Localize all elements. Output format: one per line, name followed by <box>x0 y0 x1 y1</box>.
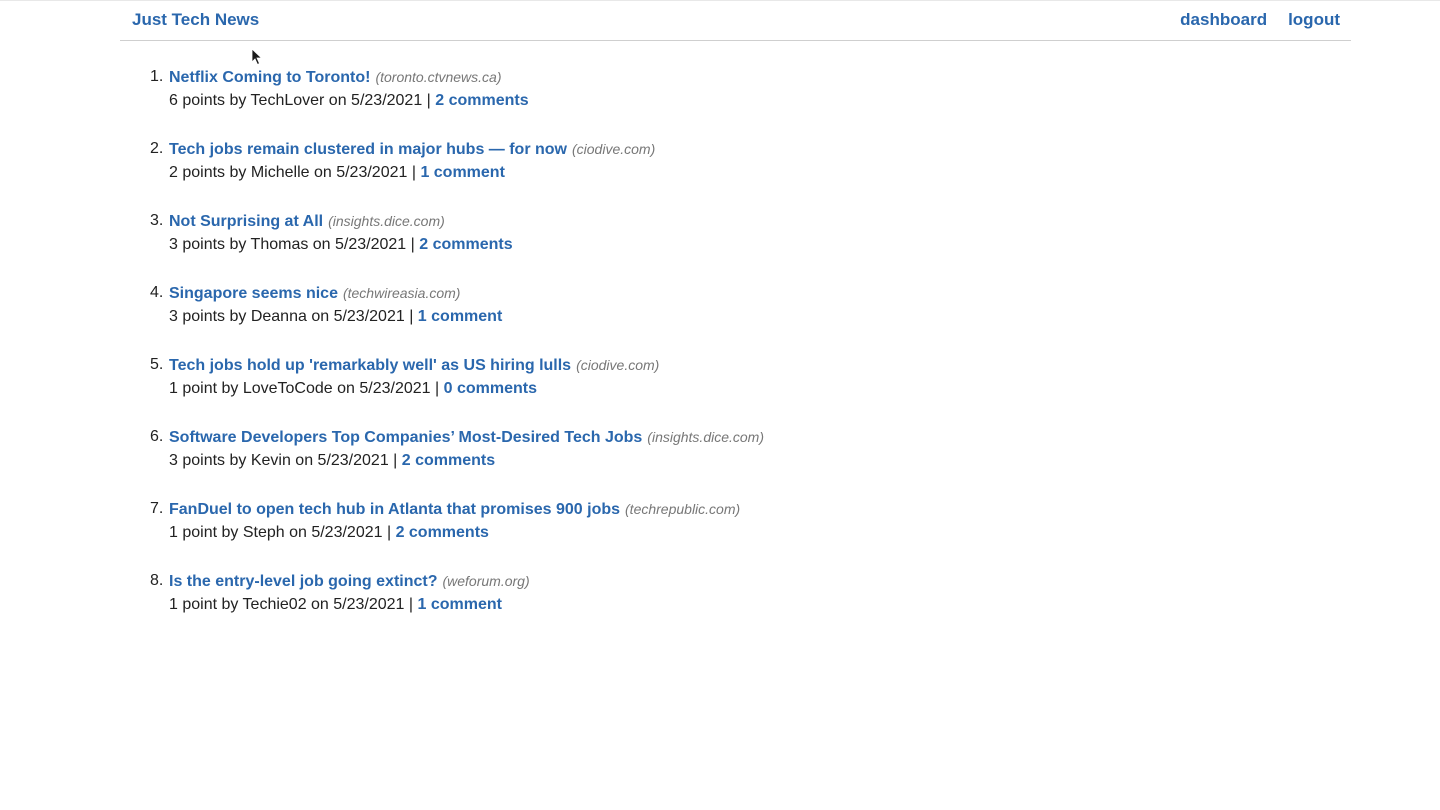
post-title-link[interactable]: Tech jobs remain clustered in major hubs… <box>169 141 567 158</box>
post-title-line: Singapore seems nice (techwireasia.com) <box>169 283 764 307</box>
post-number: 2. <box>150 140 164 157</box>
post-item: 4. Singapore seems nice (techwireasia.com… <box>150 283 764 355</box>
post-title-line: Not Surprising at All (insights.dice.com) <box>169 211 764 235</box>
post-meta: 3 points by Kevin on 5/23/2021 | <box>169 452 402 469</box>
nav-logout-link[interactable]: logout <box>1288 10 1340 30</box>
post-item: 3. Not Surprising at All (insights.dice.c… <box>150 211 764 283</box>
post-meta-line: 3 points by Kevin on 5/23/2021 | 2 comme… <box>169 451 764 471</box>
post-meta: 1 point by Techie02 on 5/23/2021 | <box>169 596 418 613</box>
post-title-link[interactable]: Not Surprising at All <box>169 213 323 230</box>
post-title-link[interactable]: Tech jobs hold up 'remarkably well' as U… <box>169 357 571 374</box>
mouse-pointer-icon <box>251 48 263 66</box>
post-meta-line: 3 points by Deanna on 5/23/2021 | 1 comm… <box>169 307 764 327</box>
post-title-link[interactable]: Netflix Coming to Toronto! <box>169 69 370 86</box>
post-source: (insights.dice.com) <box>328 213 445 229</box>
post-title-line: Software Developers Top Companies’ Most-… <box>169 427 764 451</box>
post-title-link[interactable]: Software Developers Top Companies’ Most-… <box>169 429 642 446</box>
post-item: 7. FanDuel to open tech hub in Atlanta t… <box>150 499 764 571</box>
post-number: 4. <box>150 284 164 301</box>
page: Just Tech News dashboard logout 1. Netfl… <box>0 0 1440 810</box>
post-title-line: FanDuel to open tech hub in Atlanta that… <box>169 499 764 523</box>
post-number: 3. <box>150 212 164 229</box>
post-source: (toronto.ctvnews.ca) <box>375 69 502 85</box>
post-item: 2. Tech jobs remain clustered in major h… <box>150 139 764 211</box>
comments-link[interactable]: 0 comments <box>444 380 537 397</box>
comments-link[interactable]: 2 comments <box>402 452 495 469</box>
post-title-link[interactable]: FanDuel to open tech hub in Atlanta that… <box>169 501 620 518</box>
post-item: 8. Is the entry-level job going extinct?… <box>150 571 764 643</box>
post-source: (insights.dice.com) <box>647 429 764 445</box>
comments-link[interactable]: 2 comments <box>435 92 528 109</box>
comments-link[interactable]: 2 comments <box>419 236 512 253</box>
post-item: 5. Tech jobs hold up 'remarkably well' a… <box>150 355 764 427</box>
post-meta: 3 points by Thomas on 5/23/2021 | <box>169 236 420 253</box>
post-meta-line: 1 point by Steph on 5/23/2021 | 2 commen… <box>169 523 764 543</box>
post-list: 1. Netflix Coming to Toronto! (toronto.ct… <box>150 67 764 643</box>
post-item: 6. Software Developers Top Companies’ Mo… <box>150 427 764 499</box>
post-title-line: Is the entry-level job going extinct? (we… <box>169 571 764 595</box>
comments-link[interactable]: 2 comments <box>396 524 489 541</box>
post-number: 5. <box>150 356 164 373</box>
post-number: 8. <box>150 572 164 589</box>
comments-link[interactable]: 1 comment <box>418 308 502 325</box>
post-number: 6. <box>150 428 164 445</box>
post-number: 1. <box>150 68 164 85</box>
nav-dashboard-link[interactable]: dashboard <box>1180 10 1267 30</box>
post-meta: 1 point by LoveToCode on 5/23/2021 | <box>169 380 444 397</box>
post-meta-line: 3 points by Thomas on 5/23/2021 | 2 comm… <box>169 235 764 255</box>
post-source: (techrepublic.com) <box>625 501 741 517</box>
post-meta-line: 1 point by Techie02 on 5/23/2021 | 1 com… <box>169 595 764 615</box>
post-source: (ciodive.com) <box>576 357 660 373</box>
post-meta-line: 6 points by TechLover on 5/23/2021 | 2 c… <box>169 91 764 111</box>
post-meta-line: 2 points by Michelle on 5/23/2021 | 1 co… <box>169 163 764 183</box>
post-meta: 6 points by TechLover on 5/23/2021 | <box>169 92 436 109</box>
post-meta: 1 point by Steph on 5/23/2021 | <box>169 524 396 541</box>
post-source: (weforum.org) <box>442 573 530 589</box>
post-meta: 2 points by Michelle on 5/23/2021 | <box>169 164 421 181</box>
post-meta-line: 1 point by LoveToCode on 5/23/2021 | 0 c… <box>169 379 764 399</box>
site-header: Just Tech News dashboard logout <box>120 0 1351 41</box>
post-title-link[interactable]: Singapore seems nice <box>169 285 338 302</box>
post-title-line: Tech jobs remain clustered in major hubs… <box>169 139 764 163</box>
post-title-line: Tech jobs hold up 'remarkably well' as U… <box>169 355 764 379</box>
post-title-link[interactable]: Is the entry-level job going extinct? <box>169 573 437 590</box>
site-title-link[interactable]: Just Tech News <box>132 10 259 30</box>
post-source: (ciodive.com) <box>572 141 656 157</box>
post-meta: 3 points by Deanna on 5/23/2021 | <box>169 308 418 325</box>
top-nav: dashboard logout <box>1180 10 1340 30</box>
comments-link[interactable]: 1 comment <box>420 164 504 181</box>
post-source: (techwireasia.com) <box>342 285 461 301</box>
comments-link[interactable]: 1 comment <box>418 596 502 613</box>
post-item: 1. Netflix Coming to Toronto! (toronto.ct… <box>150 67 764 139</box>
post-title-line: Netflix Coming to Toronto! (toronto.ctvne… <box>169 67 764 91</box>
post-number: 7. <box>150 500 164 517</box>
